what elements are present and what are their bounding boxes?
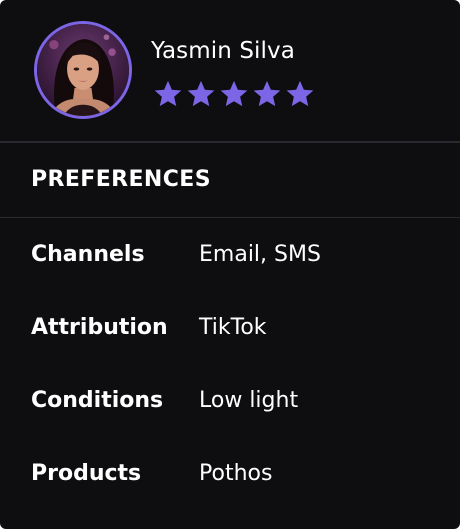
preference-value: Low light	[199, 388, 299, 413]
profile-header: Yasmin Silva	[0, 0, 460, 141]
preference-value: Email, SMS	[199, 242, 321, 267]
star-icon	[251, 78, 283, 110]
preference-label: Products	[31, 461, 142, 486]
preferences-heading: PREFERENCES	[31, 167, 211, 192]
star-icon	[152, 78, 184, 110]
avatar[interactable]	[34, 21, 132, 119]
customer-profile-card: Yasmin Silva PREFERENCES Channels Email,…	[0, 0, 460, 529]
section-divider	[0, 217, 460, 218]
preference-label: Conditions	[31, 388, 164, 413]
preference-value: TikTok	[199, 315, 267, 340]
star-icon	[218, 78, 250, 110]
header-divider	[0, 141, 460, 143]
preference-label: Channels	[31, 242, 145, 267]
preference-row-products: Products Pothos	[0, 461, 460, 501]
star-icon	[185, 78, 217, 110]
star-rating	[152, 78, 316, 110]
customer-name: Yasmin Silva	[151, 38, 295, 64]
user-avatar-photo-icon	[37, 24, 129, 116]
preference-row-channels: Channels Email, SMS	[0, 242, 460, 282]
preference-value: Pothos	[199, 461, 273, 486]
star-icon	[284, 78, 316, 110]
preference-row-attribution: Attribution TikTok	[0, 315, 460, 355]
preference-label: Attribution	[31, 315, 168, 340]
preference-row-conditions: Conditions Low light	[0, 388, 460, 428]
